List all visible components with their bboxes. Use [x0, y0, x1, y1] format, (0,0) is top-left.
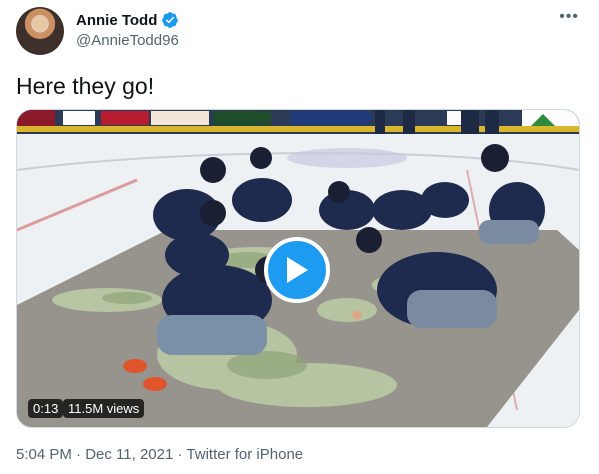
tweet-text: Here they go!	[16, 73, 155, 99]
tweet-time[interactable]: 5:04 PM	[16, 446, 72, 463]
verified-badge-icon	[162, 12, 179, 28]
author-avatar[interactable]	[16, 7, 64, 55]
tweet-date[interactable]: Dec 11, 2021	[85, 446, 173, 463]
play-button[interactable]	[264, 237, 330, 303]
play-icon	[287, 257, 308, 283]
tweet-video[interactable]: 0:13 11.5M views	[16, 109, 580, 428]
author-display-name[interactable]: Annie Todd	[76, 12, 157, 29]
meta-separator: ·	[71, 446, 86, 463]
video-view-count: 11.5M views	[63, 399, 145, 418]
video-duration: 0:13	[28, 399, 64, 418]
meta-separator: ·	[173, 446, 187, 463]
author-name-row: Annie Todd	[76, 11, 179, 29]
tweet-source[interactable]: Twitter for iPhone	[186, 446, 303, 463]
author-handle[interactable]: @AnnieTodd96	[76, 32, 179, 49]
more-icon[interactable]: •••	[559, 8, 579, 26]
tweet-metadata: 5:04 PM · Dec 11, 2021 · Twitter for iPh…	[16, 446, 303, 463]
